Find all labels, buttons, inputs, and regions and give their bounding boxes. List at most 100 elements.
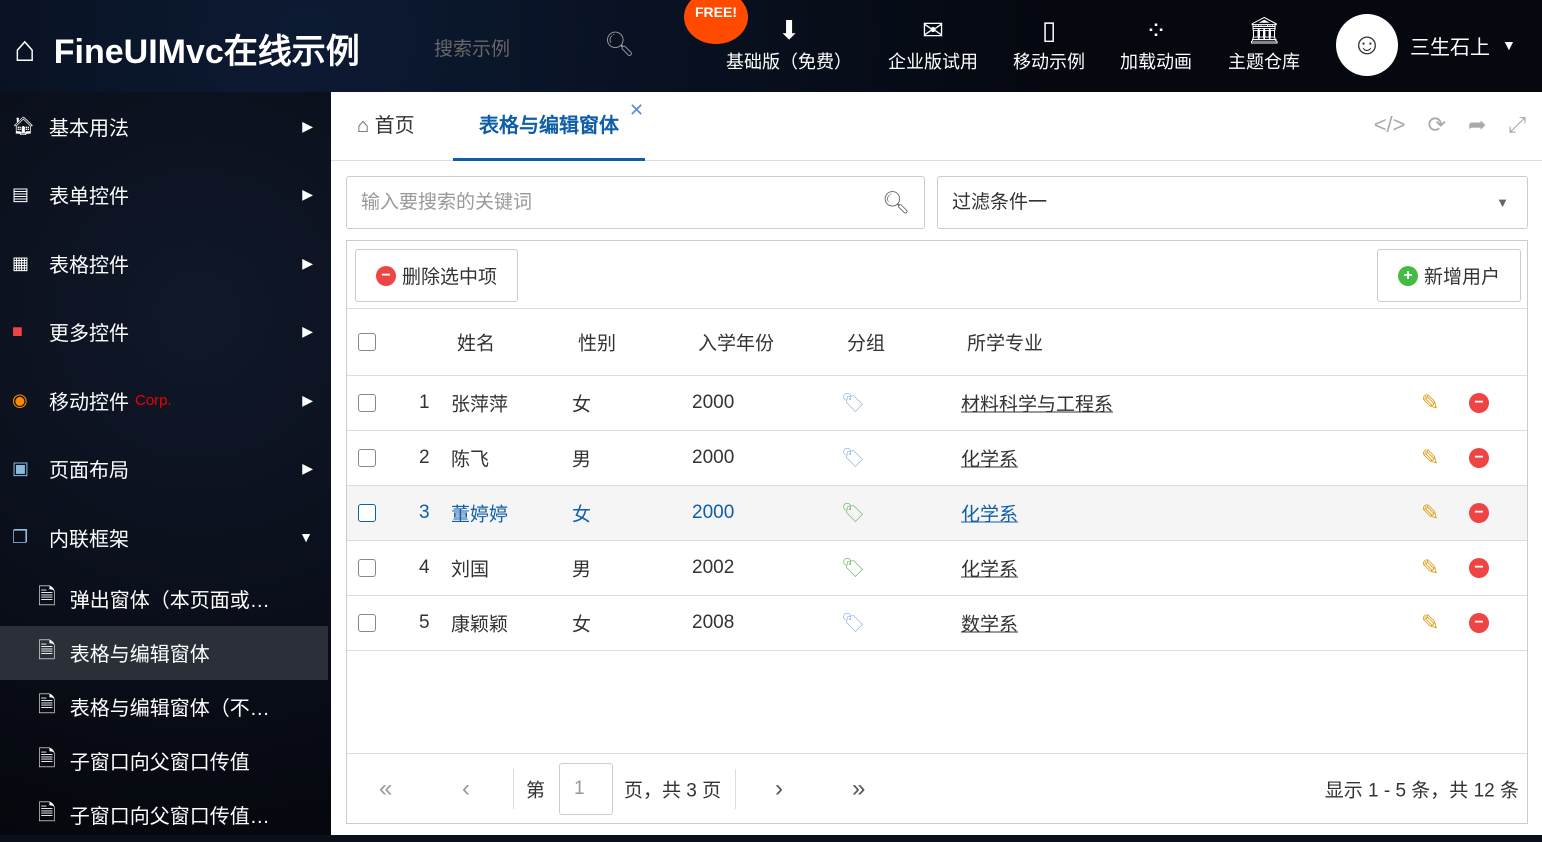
pencil-icon[interactable]: ✎	[1421, 555, 1439, 581]
tab-home[interactable]: ⌂ 首页	[357, 92, 415, 161]
tab-grid-editor[interactable]: 表格与编辑窗体	[453, 92, 645, 161]
chevron-right-icon: ▶	[302, 186, 313, 203]
delete-row-icon[interactable]: −	[1469, 558, 1489, 578]
nav-themes[interactable]: 🏛︎ 主题仓库	[1228, 12, 1300, 74]
sidebar-item-mobile[interactable]: ◉ 移动控件 Corp. ▶	[0, 366, 331, 435]
sidebar-item-form[interactable]: ▤ 表单控件 ▶	[0, 161, 331, 230]
windows-icon: ❐	[12, 526, 29, 547]
last-page-icon[interactable]: »	[852, 775, 865, 803]
close-icon[interactable]: ✕	[629, 100, 644, 121]
sidebar-subitem-active[interactable]: 🗎 表格与编辑窗体	[0, 625, 328, 680]
sidebar-subitem[interactable]: 🗎 子窗口向父窗口传值…	[0, 788, 331, 842]
bricks-icon: ■	[12, 321, 23, 342]
tag-icon: 🏷︎	[841, 448, 866, 469]
cell-name: 刘国	[451, 559, 490, 581]
filter-select[interactable]: 过滤条件一 ▼	[937, 176, 1528, 229]
mobile-icon: ▯	[1041, 15, 1057, 45]
nav-label: 主题仓库	[1228, 52, 1300, 72]
share-icon[interactable]: ➦	[1468, 112, 1486, 138]
selected-value: 过滤条件一	[952, 192, 1048, 213]
sidebar-item-grid[interactable]: ▦ 表格控件 ▶	[0, 229, 331, 298]
cell-major-link[interactable]: 化学系	[961, 500, 1018, 527]
code-icon[interactable]: </>	[1374, 112, 1406, 138]
layout-icon: ▣	[12, 458, 30, 479]
select-all-checkbox[interactable]	[358, 333, 376, 351]
table-row[interactable]: 3 董婷婷 女 2000 🏷︎ 化学系 ✎ −	[347, 486, 1527, 541]
search-icon[interactable]: 🔍︎	[604, 30, 634, 59]
sidebar-item-iframe[interactable]: ❐ 内联框架 ▼	[0, 503, 331, 572]
sidebar-item-basic[interactable]: 🏠︎ 基本用法 ▶	[0, 92, 331, 161]
cell-major-link[interactable]: 数学系	[961, 610, 1018, 637]
cell-name: 董婷婷	[451, 504, 509, 526]
sidebar: 🏠︎ 基本用法 ▶ ▤ 表单控件 ▶ ▦ 表格控件 ▶ ■ 更多控件 ▶ ◉ 移动控件 Corp. ▶…	[0, 92, 331, 835]
table-row[interactable]: 1 张萍萍 女 2000 🏷︎ 材料科学与工程系 ✎ −	[347, 376, 1527, 431]
col-name[interactable]: 姓名	[457, 329, 495, 356]
nav-mobile[interactable]: ▯ 移动示例	[1013, 12, 1085, 74]
delete-selected-button[interactable]: − 删除选中项	[355, 249, 519, 302]
minus-circle-icon: −	[376, 265, 396, 286]
prev-page-icon[interactable]: ‹	[462, 775, 470, 803]
first-page-icon[interactable]: «	[379, 775, 392, 803]
delete-row-icon[interactable]: −	[1469, 448, 1489, 468]
cell-year: 2000	[692, 392, 735, 413]
home-icon: 🏠︎	[12, 115, 35, 136]
row-checkbox[interactable]	[358, 504, 376, 522]
keyword-search-input[interactable]: 输入要搜索的关键词 🔍︎	[346, 176, 925, 229]
cell-year: 2002	[692, 557, 735, 578]
app-title: FineUIMvc在线示例	[53, 33, 360, 71]
add-user-button[interactable]: + 新增用户	[1376, 249, 1521, 302]
chevron-right-icon: ▶	[302, 254, 313, 271]
caret-down-icon: ▼	[1496, 195, 1509, 210]
pencil-icon[interactable]: ✎	[1421, 445, 1439, 471]
sidebar-subitem[interactable]: 🗎 弹出窗体（本页面或…	[0, 572, 331, 626]
nav-basic[interactable]: ⬇ 基础版（免费）	[726, 12, 852, 74]
row-checkbox[interactable]	[358, 449, 376, 467]
header-search-input[interactable]: 搜索示例	[434, 34, 510, 61]
tag-icon: 🏷︎	[841, 558, 866, 579]
refresh-icon[interactable]: ⟳	[1428, 112, 1446, 138]
cell-name: 陈飞	[451, 449, 490, 471]
label: 表单控件	[49, 186, 129, 209]
table-row[interactable]: 4 刘国 男 2002 🏷︎ 化学系 ✎ −	[347, 541, 1527, 596]
row-number: 4	[419, 557, 430, 578]
nav-label: 企业版试用	[888, 52, 978, 72]
spinner-icon: ⁘	[1145, 15, 1167, 45]
next-page-icon[interactable]: ›	[775, 775, 783, 803]
page-input[interactable]: 1	[559, 762, 613, 815]
cell-name: 张萍萍	[451, 394, 509, 416]
pencil-icon[interactable]: ✎	[1421, 610, 1439, 636]
delete-row-icon[interactable]: −	[1469, 613, 1489, 633]
cell-major-link[interactable]: 材料科学与工程系	[961, 390, 1113, 417]
delete-row-icon[interactable]: −	[1469, 393, 1489, 413]
cell-gender: 男	[572, 559, 592, 581]
sidebar-item-more[interactable]: ■ 更多控件 ▶	[0, 298, 331, 367]
pencil-icon[interactable]: ✎	[1421, 390, 1439, 416]
pencil-icon[interactable]: ✎	[1421, 500, 1439, 526]
sidebar-subitem[interactable]: 🗎 表格与编辑窗体（不…	[0, 680, 331, 734]
corp-badge: Corp.	[135, 391, 172, 409]
cell-major-link[interactable]: 化学系	[961, 555, 1018, 582]
row-number: 1	[419, 392, 430, 413]
row-checkbox[interactable]	[358, 559, 376, 577]
table-row[interactable]: 2 陈飞 男 2000 🏷︎ 化学系 ✎ −	[347, 431, 1527, 486]
row-checkbox[interactable]	[358, 394, 376, 412]
expand-icon[interactable]: ⤢	[1508, 112, 1526, 138]
col-gender[interactable]: 性别	[578, 329, 616, 356]
nav-enterprise[interactable]: ✉ 企业版试用	[888, 12, 978, 74]
logo[interactable]: ⌂ FineUIMvc在线示例	[14, 24, 360, 73]
nav-loading[interactable]: ⁘ 加载动画	[1120, 12, 1192, 74]
col-major[interactable]: 所学专业	[967, 329, 1043, 356]
col-year[interactable]: 入学年份	[698, 329, 774, 356]
table-row[interactable]: 5 康颖颖 女 2008 🏷︎ 数学系 ✎ −	[347, 596, 1527, 651]
sidebar-item-layout[interactable]: ▣ 页面布局 ▶	[0, 435, 331, 504]
col-group[interactable]: 分组	[847, 329, 885, 356]
cell-major-link[interactable]: 化学系	[961, 445, 1018, 472]
delete-row-icon[interactable]: −	[1469, 503, 1489, 523]
envelope-icon: ✉	[922, 15, 944, 45]
row-checkbox[interactable]	[358, 614, 376, 632]
user-menu[interactable]: ☺ 三生石上 ▼	[1336, 14, 1516, 76]
cell-gender: 女	[572, 504, 592, 526]
sidebar-subitem[interactable]: 🗎 子窗口向父窗口传值	[0, 734, 331, 788]
search-icon[interactable]: 🔍︎	[882, 177, 910, 228]
label: 子窗口向父窗口传值	[69, 752, 250, 774]
